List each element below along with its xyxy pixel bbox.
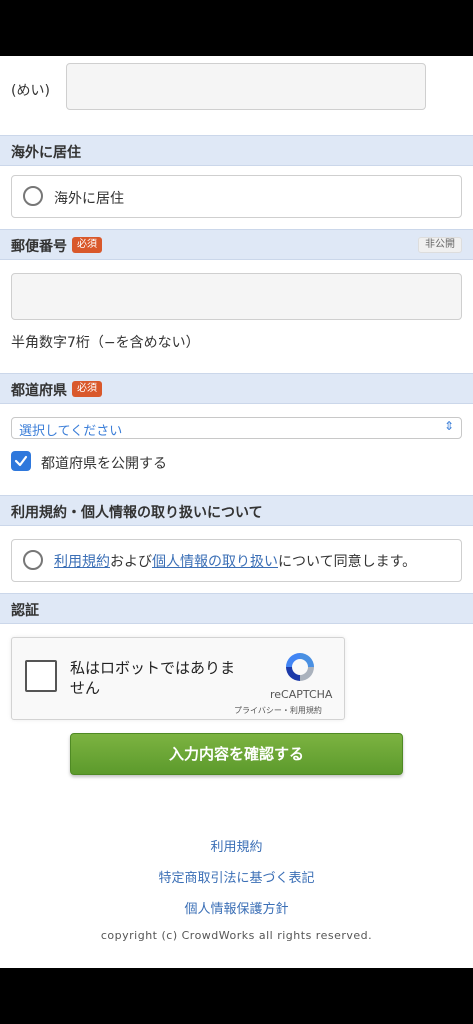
mei-input[interactable]: [66, 63, 426, 110]
overseas-checkbox[interactable]: [23, 186, 43, 206]
copyright: copyright (c) CrowdWorks all rights rese…: [100, 929, 373, 942]
bottom-bar: [0, 968, 473, 1024]
publish-prefecture-checkbox[interactable]: [11, 451, 31, 471]
section-title: 認証: [11, 603, 39, 619]
terms-link[interactable]: 利用規約: [54, 554, 110, 570]
postal-code-input[interactable]: [11, 273, 462, 320]
private-badge: 非公開: [418, 237, 462, 253]
terms-agree-checkbox[interactable]: [23, 550, 43, 570]
section-title: 海外に居住: [11, 145, 81, 161]
prefecture-select-value: 選択してください: [19, 424, 123, 439]
required-badge: 必須: [72, 237, 102, 253]
privacy-handling-link[interactable]: 個人情報の取り扱い: [152, 554, 278, 570]
confirm-button[interactable]: 入力内容を確認する: [70, 733, 403, 775]
terms-agree-text: 利用規約および個人情報の取り扱いについて同意します。: [54, 551, 416, 571]
section-prefecture: 都道府県 必須: [0, 373, 473, 404]
recaptcha-checkbox[interactable]: [25, 660, 57, 692]
terms-agree-suffix: について同意します。: [278, 554, 417, 570]
required-badge: 必須: [72, 381, 102, 397]
recaptcha-terms-links[interactable]: プライバシー・利用規約: [234, 705, 322, 716]
overseas-checkbox-label: 海外に居住: [54, 191, 124, 207]
section-auth: 認証: [0, 593, 473, 624]
registration-form: (めい) 海外に居住 海外に居住 郵便番号 必須 非公開 半角数字7桁（−を含め…: [0, 56, 473, 968]
section-title: 都道府県: [11, 383, 67, 399]
recaptcha-brand: reCAPTCHA: [270, 688, 333, 701]
section-terms: 利用規約・個人情報の取り扱いについて: [0, 495, 473, 526]
status-bar: [0, 0, 473, 56]
section-title: 利用規約・個人情報の取り扱いについて: [11, 505, 263, 521]
postal-hint: 半角数字7桁（−を含めない）: [11, 335, 200, 351]
select-arrows-icon: ⇕: [443, 419, 454, 433]
section-overseas: 海外に居住: [0, 135, 473, 166]
checkmark-icon: [14, 455, 28, 467]
footer-link-commerce-law[interactable]: 特定商取引法に基づく表記: [0, 867, 473, 886]
recaptcha-text: 私はロボットではありません: [70, 659, 236, 697]
recaptcha-widget: 私はロボットではありません reCAPTCHA プライバシー・利用規約: [11, 637, 345, 720]
section-postal: 郵便番号 必須 非公開: [0, 229, 473, 260]
overseas-checkbox-row[interactable]: 海外に居住: [11, 175, 462, 218]
section-title: 郵便番号: [11, 239, 67, 255]
footer-link-privacy-policy[interactable]: 個人情報保護方針: [0, 898, 473, 917]
recaptcha-logo-icon: [286, 653, 314, 681]
publish-prefecture-label: 都道府県を公開する: [41, 456, 167, 472]
mei-label: (めい): [11, 83, 50, 99]
prefecture-select[interactable]: 選択してください ⇕: [11, 417, 462, 439]
terms-agree-row[interactable]: 利用規約および個人情報の取り扱いについて同意します。: [11, 539, 462, 582]
terms-and-text: および: [110, 554, 152, 570]
footer-link-terms[interactable]: 利用規約: [0, 836, 473, 855]
